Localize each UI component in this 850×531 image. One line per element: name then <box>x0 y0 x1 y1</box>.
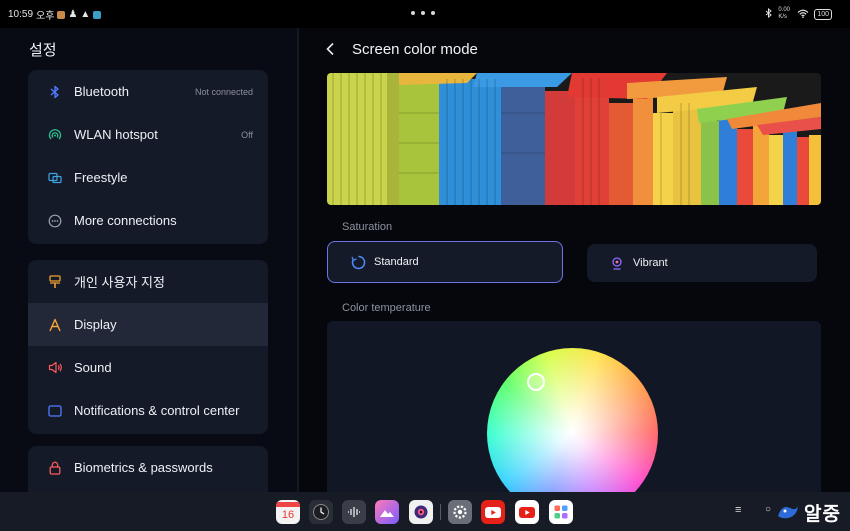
sidebar-item-label: WLAN hotspot <box>74 127 158 142</box>
watermark-logo-icon <box>778 506 798 519</box>
status-time: 10:59 <box>8 9 34 20</box>
recents-icon[interactable]: ○ <box>765 504 771 515</box>
sidebar-item-label: Biometrics & passwords <box>74 460 213 475</box>
standard-option-button[interactable]: Standard <box>327 241 563 283</box>
screen-color-mode-pane: Screen color mode Saturation Standard Vi… <box>299 28 850 492</box>
status-right: 0.00 K/s 100 <box>765 7 832 21</box>
status-left: 10:59 오후 ♟ ▲ <box>8 7 102 22</box>
sound-icon <box>47 360 63 376</box>
standard-mode-icon <box>350 254 366 270</box>
wifi-icon <box>797 9 809 20</box>
camera-app-icon[interactable] <box>409 500 433 524</box>
settings-title: 설정 <box>29 42 57 59</box>
sidebar-item-value: Not connected <box>194 86 253 97</box>
hotspot-icon <box>47 127 63 143</box>
battery-indicator: 100 <box>814 8 832 20</box>
saturation-label: Saturation <box>342 221 393 233</box>
notification-person-icon: ♟ <box>68 9 78 20</box>
personal-card: 개인 사용자 지정 Display Sound Notifications & … <box>28 260 268 434</box>
menu-icon[interactable]: ≡ <box>735 504 741 516</box>
bluetooth-status-icon <box>765 7 773 20</box>
standard-option-label: Standard <box>374 256 419 268</box>
sidebar-item-label: Sound <box>74 360 112 375</box>
status-ampm: 오후 <box>36 11 55 22</box>
more-connections-icon <box>47 213 63 229</box>
sidebar-item-label: Bluetooth <box>74 84 129 99</box>
sidebar-item-freestyle[interactable]: Freestyle <box>28 156 268 199</box>
taskbar: 16 ≡ ○ 알중 <box>0 492 850 531</box>
multitask-dots[interactable] <box>411 11 435 15</box>
status-bar: 10:59 오후 ♟ ▲ 0.00 K/s 100 <box>0 0 850 28</box>
sidebar-item-more-connections[interactable]: More connections <box>28 199 268 242</box>
notification-warning-icon: ▲ <box>80 9 91 20</box>
sidebar-item-label: Freestyle <box>74 170 128 185</box>
display-icon <box>47 317 63 333</box>
watermark: 알중 <box>776 495 850 529</box>
bluetooth-icon <box>47 84 63 100</box>
sidebar-item-label: Display <box>74 317 117 332</box>
sidebar-item-display[interactable]: Display <box>28 303 268 346</box>
lock-icon <box>47 460 63 476</box>
back-button[interactable] <box>325 40 341 58</box>
watermark-text: 알중 <box>804 503 841 525</box>
vibrant-option-button[interactable]: Vibrant <box>587 244 817 282</box>
dock-separator <box>440 504 441 520</box>
color-preview-image <box>327 73 821 205</box>
sidebar-item-bluetooth[interactable]: Bluetooth Not connected <box>28 70 268 113</box>
settings-app-icon[interactable] <box>448 500 472 524</box>
security-card: Biometrics & passwords <box>28 446 268 492</box>
freestyle-icon <box>47 170 63 186</box>
notification-app-icon <box>57 10 66 19</box>
app-library-icon[interactable] <box>549 500 573 524</box>
youtube-app-icon[interactable] <box>481 500 505 524</box>
page-title: Screen color mode <box>352 41 478 58</box>
sidebar-item-biometrics[interactable]: Biometrics & passwords <box>28 446 268 489</box>
calendar-app-icon[interactable]: 16 <box>276 500 300 524</box>
sidebar-item-personalization[interactable]: 개인 사용자 지정 <box>28 260 268 303</box>
vibrant-mode-icon <box>609 255 625 271</box>
notifications-icon <box>47 403 63 419</box>
chevron-left-icon <box>326 42 334 56</box>
personalization-icon <box>47 274 63 290</box>
sidebar-item-label: More connections <box>74 213 177 228</box>
clock-app-icon[interactable] <box>309 500 333 524</box>
color-temperature-wheel[interactable] <box>487 348 658 492</box>
sidebar-item-label: Notifications & control center <box>74 403 240 418</box>
vibrant-option-label: Vibrant <box>633 257 668 269</box>
notification-photo-icon <box>93 10 102 19</box>
network-speed: 0.00 K/s <box>778 7 790 20</box>
voice-recorder-app-icon[interactable] <box>342 500 366 524</box>
sidebar-item-notifications[interactable]: Notifications & control center <box>28 389 268 432</box>
youtube-app-icon-2[interactable] <box>515 500 539 524</box>
connections-card: Bluetooth Not connected WLAN hotspot Off… <box>28 70 268 244</box>
gallery-app-icon[interactable] <box>375 500 399 524</box>
color-wheel-handle[interactable] <box>527 373 545 391</box>
sidebar-item-wlan-hotspot[interactable]: WLAN hotspot Off <box>28 113 268 156</box>
sidebar-item-value: Off <box>241 129 253 140</box>
sidebar-item-label: 개인 사용자 지정 <box>74 275 165 290</box>
calendar-day: 16 <box>281 508 295 521</box>
settings-sidebar: 설정 Bluetooth Not connected WLAN hotspot … <box>0 28 297 492</box>
sidebar-item-sound[interactable]: Sound <box>28 346 268 389</box>
color-temperature-label: Color temperature <box>342 302 431 314</box>
color-temperature-card <box>327 321 821 492</box>
